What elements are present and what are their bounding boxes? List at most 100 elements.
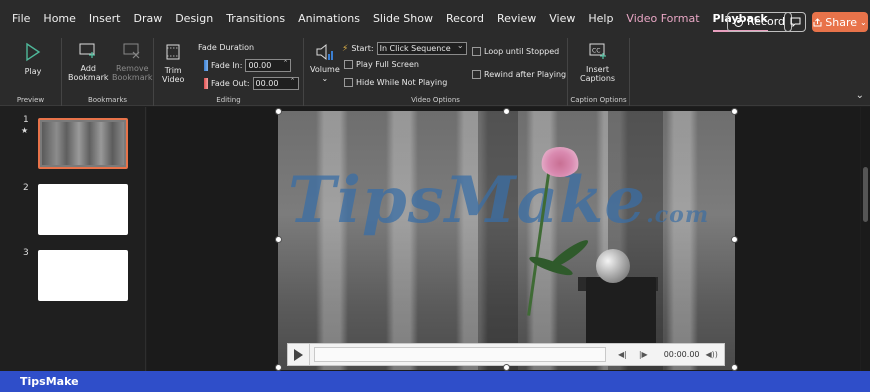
insert-captions-button[interactable]: CC Insert Captions	[580, 42, 615, 83]
status-bar: TipsMake	[0, 371, 870, 392]
player-time: 00:00.00	[663, 350, 700, 359]
fade-in-label: Fade In:	[211, 61, 243, 70]
play-full-screen-check[interactable]	[344, 60, 353, 69]
player-progress-bar[interactable]	[314, 347, 606, 362]
trim-video-button[interactable]: Trim Video	[162, 42, 184, 84]
step-forward-icon[interactable]: |▶	[639, 350, 648, 359]
tab-transitions[interactable]: Transitions	[226, 8, 285, 30]
resize-handle-top-right[interactable]	[731, 108, 738, 115]
play-button-label: Play	[24, 67, 42, 76]
tab-help[interactable]: Help	[588, 8, 613, 30]
ribbon: Play Preview Add Bookmark Remove Bookmar…	[0, 38, 870, 106]
stand-block	[586, 277, 656, 347]
tab-animations[interactable]: Animations	[298, 8, 360, 30]
tab-review[interactable]: Review	[497, 8, 536, 30]
play-icon	[294, 348, 303, 361]
fade-in-icon	[204, 60, 208, 71]
rewind-after-playing-label: Rewind after Playing	[484, 70, 567, 79]
glass-orb	[596, 249, 630, 283]
add-bookmark-button[interactable]: Add Bookmark	[68, 42, 109, 82]
comment-icon	[790, 17, 800, 27]
add-bookmark-label-2: Bookmark	[68, 73, 109, 82]
fade-out-spinner[interactable]: 00.00	[252, 76, 299, 90]
loop-until-stopped-checkbox[interactable]: Loop until Stopped	[472, 47, 559, 56]
slide-thumbnail-1[interactable]	[38, 118, 128, 169]
trim-video-icon	[166, 44, 180, 60]
slide-thumbnail-1-image	[42, 122, 124, 165]
loop-until-stopped-check[interactable]	[472, 47, 481, 56]
player-volume-icon[interactable]: ◀))	[706, 350, 718, 359]
resize-handle-top[interactable]	[503, 108, 510, 115]
comments-button[interactable]	[784, 12, 806, 32]
fade-out-icon	[204, 78, 208, 89]
hide-while-not-playing-check[interactable]	[344, 78, 353, 87]
resize-handle-right[interactable]	[731, 236, 738, 243]
remove-bookmark-label-2: Bookmark	[112, 73, 153, 82]
play-icon	[26, 42, 41, 62]
tab-view[interactable]: View	[549, 8, 575, 30]
share-button[interactable]: Share ⌄	[812, 12, 868, 32]
step-back-icon[interactable]: ◀|	[618, 350, 627, 359]
slide-thumbnail-2[interactable]	[38, 184, 128, 235]
play-full-screen-checkbox[interactable]: Play Full Screen	[344, 60, 419, 69]
resize-handle-top-left[interactable]	[275, 108, 282, 115]
rewind-after-playing-check[interactable]	[472, 70, 481, 79]
start-label: Start:	[351, 44, 374, 53]
chevron-down-icon: ⌄	[860, 17, 867, 27]
rewind-after-playing-checkbox[interactable]: Rewind after Playing	[472, 70, 566, 79]
add-bookmark-label-1: Add	[80, 64, 97, 73]
svg-text:CC: CC	[592, 48, 600, 55]
start-dropdown[interactable]: In Click Sequence	[376, 40, 467, 55]
tab-video-format[interactable]: Video Format	[626, 8, 699, 30]
video-shadow	[478, 111, 518, 370]
watermark-suffix: .com	[646, 202, 710, 228]
record-button[interactable]: Record	[727, 12, 793, 32]
powerpoint-window: File Home Insert Draw Design Transitions…	[0, 0, 870, 392]
fade-duration-label: Fade Duration	[198, 43, 255, 52]
slide-canvas: TipsMake.com ◀| |▶ 00:00.00 ◀))	[147, 107, 860, 371]
video-object[interactable]: TipsMake.com ◀| |▶ 00:00.00 ◀))	[278, 111, 735, 370]
media-player-bar: ◀| |▶ 00:00.00 ◀))	[287, 343, 725, 366]
vertical-scrollbar[interactable]	[861, 107, 870, 371]
fade-in-row: Fade In: 00.00	[204, 58, 292, 72]
collapse-ribbon-icon[interactable]: ⌄	[856, 90, 864, 101]
hide-while-not-playing-label: Hide While Not Playing	[356, 78, 448, 87]
remove-bookmark-label-1: Remove	[116, 64, 149, 73]
resize-handle-left[interactable]	[275, 236, 282, 243]
tab-design[interactable]: Design	[175, 8, 213, 30]
tab-draw[interactable]: Draw	[133, 8, 162, 30]
video-options-group-label: Video Options	[411, 96, 460, 104]
watermark-text: TipsMake.com	[288, 163, 709, 238]
hide-while-not-playing-checkbox[interactable]: Hide While Not Playing	[344, 78, 447, 87]
insert-captions-label-2: Captions	[580, 74, 616, 83]
tab-home[interactable]: Home	[43, 8, 75, 30]
record-button-label: Record	[747, 15, 786, 28]
slide-thumbnail-3[interactable]	[38, 250, 128, 301]
resize-handle-bottom[interactable]	[503, 364, 510, 371]
tab-insert[interactable]: Insert	[89, 8, 121, 30]
fade-in-spinner[interactable]: 00.00	[245, 58, 292, 72]
slide-number-3: 3	[23, 248, 29, 258]
watermark-main: TipsMake	[288, 163, 647, 238]
remove-bookmark-icon	[123, 43, 140, 59]
scrollbar-thumb[interactable]	[863, 167, 868, 222]
tab-file[interactable]: File	[12, 8, 30, 30]
tab-record[interactable]: Record	[446, 8, 484, 30]
remove-bookmark-button[interactable]: Remove Bookmark	[112, 42, 153, 82]
caption-options-group-label: Caption Options	[570, 96, 627, 104]
player-play-button[interactable]	[288, 344, 310, 365]
share-icon	[813, 17, 822, 26]
volume-label: Volume	[310, 65, 340, 74]
slide-thumbnails-pane: 1 ★ 2 3	[0, 107, 146, 371]
editing-group: Trim Video Fade Duration Fade In: 00.00 …	[154, 38, 304, 106]
captions-icon: CC	[589, 43, 606, 59]
play-button[interactable]: Play	[24, 42, 42, 76]
record-icon	[734, 17, 743, 27]
resize-handle-bottom-right[interactable]	[731, 364, 738, 371]
resize-handle-bottom-left[interactable]	[275, 364, 282, 371]
volume-button[interactable]: Volume ⌄	[310, 42, 340, 83]
tab-slide-show[interactable]: Slide Show	[373, 8, 433, 30]
flower-blossom	[540, 147, 580, 177]
trim-video-label-1: Trim	[164, 66, 182, 75]
share-button-label: Share	[825, 15, 858, 29]
